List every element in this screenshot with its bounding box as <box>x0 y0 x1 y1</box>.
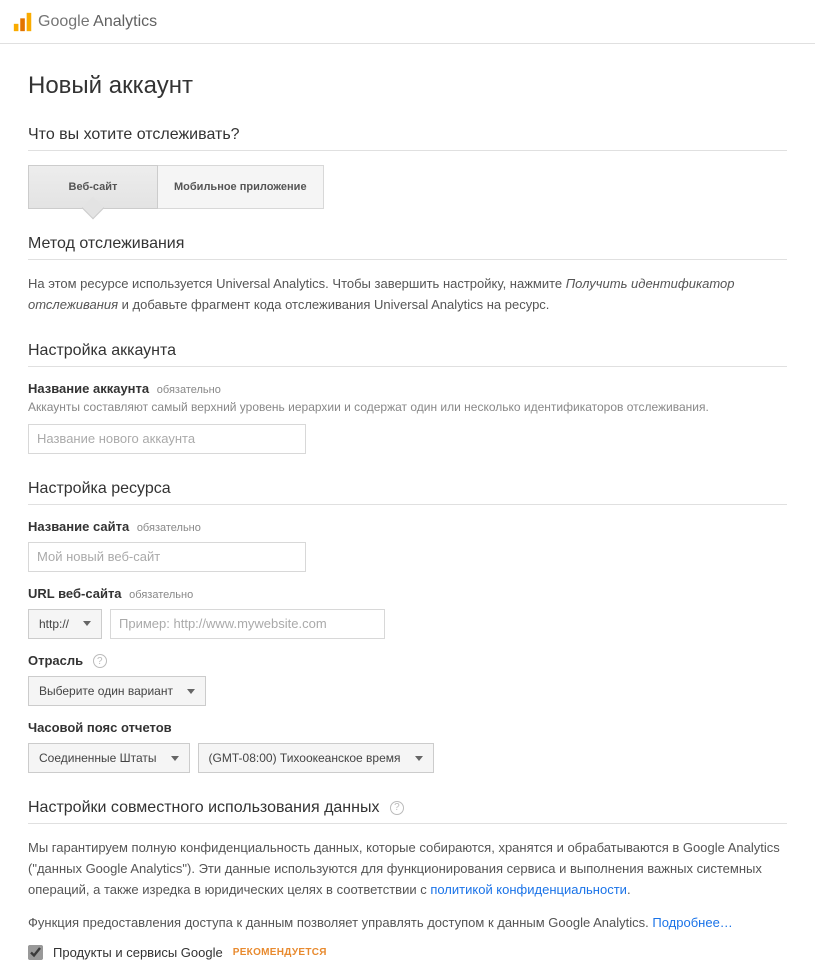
tracking-method-heading: Метод отслеживания <box>28 235 787 260</box>
site-name-input[interactable] <box>28 542 306 572</box>
url-input[interactable] <box>110 609 385 639</box>
app-header: Google Analytics <box>0 0 815 44</box>
timezone-label: Часовой пояс отчетов <box>28 720 172 735</box>
help-icon[interactable]: ? <box>390 801 404 815</box>
tracking-type-tabs: Веб-сайт Мобильное приложение <box>28 165 787 209</box>
analytics-logo-icon <box>12 11 34 33</box>
tab-website-label: Веб-сайт <box>69 181 118 193</box>
track-what-heading: Что вы хотите отслеживать? <box>28 126 787 151</box>
help-icon[interactable]: ? <box>93 654 107 668</box>
data-sharing-intro: Мы гарантируем полную конфиденциальность… <box>28 838 787 900</box>
products-services-checkbox-row: Продукты и сервисы Google РЕКОМЕНДУЕТСЯ <box>28 945 787 960</box>
protocol-select[interactable]: http:// <box>28 609 102 639</box>
url-field: URL веб-сайта обязательно http:// <box>28 586 787 639</box>
site-name-field: Название сайта обязательно <box>28 519 787 572</box>
recommended-badge: РЕКОМЕНДУЕТСЯ <box>233 947 327 958</box>
industry-value: Выберите один вариант <box>39 684 173 698</box>
timezone-country-select[interactable]: Соединенные Штаты <box>28 743 190 773</box>
tab-website[interactable]: Веб-сайт <box>28 165 158 209</box>
tab-mobile-app[interactable]: Мобильное приложение <box>158 165 324 209</box>
privacy-policy-link[interactable]: политикой конфиденциальности <box>430 882 627 897</box>
protocol-value: http:// <box>39 617 69 631</box>
timezone-value: (GMT-08:00) Тихоокеанское время <box>209 751 401 765</box>
products-services-label: Продукты и сервисы Google <box>53 945 223 960</box>
tab-active-indicator-icon <box>82 197 105 220</box>
site-name-required: обязательно <box>137 522 201 534</box>
data-sharing-access: Функция предоставления доступа к данным … <box>28 913 787 934</box>
logo: Google Analytics <box>12 11 157 33</box>
url-required: обязательно <box>129 589 193 601</box>
page-title: Новый аккаунт <box>28 72 787 100</box>
property-setup-heading: Настройка ресурса <box>28 480 787 505</box>
logo-text: Google Analytics <box>38 13 157 31</box>
url-label: URL веб-сайта <box>28 586 122 601</box>
caret-down-icon <box>187 689 195 694</box>
products-services-checkbox[interactable] <box>28 945 43 960</box>
timezone-country-value: Соединенные Штаты <box>39 751 157 765</box>
main-content: Новый аккаунт Что вы хотите отслеживать?… <box>0 44 815 980</box>
tracking-method-text: На этом ресурсе используется Universal A… <box>28 274 787 316</box>
industry-label: Отрасль <box>28 653 83 668</box>
site-name-label: Название сайта <box>28 519 129 534</box>
timezone-select[interactable]: (GMT-08:00) Тихоокеанское время <box>198 743 434 773</box>
account-name-input[interactable] <box>28 424 306 454</box>
timezone-field: Часовой пояс отчетов Соединенные Штаты (… <box>28 720 787 773</box>
industry-select[interactable]: Выберите один вариант <box>28 676 206 706</box>
caret-down-icon <box>171 756 179 761</box>
caret-down-icon <box>415 756 423 761</box>
account-setup-heading: Настройка аккаунта <box>28 342 787 367</box>
account-name-required: обязательно <box>157 384 221 396</box>
industry-field: Отрасль ? Выберите один вариант <box>28 653 787 707</box>
account-name-label: Название аккаунта <box>28 381 149 396</box>
caret-down-icon <box>83 621 91 626</box>
account-name-help: Аккаунты составляют самый верхний уровен… <box>28 398 787 416</box>
tab-mobile-label: Мобильное приложение <box>174 181 307 193</box>
learn-more-link[interactable]: Подробнее… <box>652 915 732 930</box>
data-sharing-heading: Настройки совместного использования данн… <box>28 799 787 824</box>
account-name-field: Название аккаунта обязательно Аккаунты с… <box>28 381 787 454</box>
